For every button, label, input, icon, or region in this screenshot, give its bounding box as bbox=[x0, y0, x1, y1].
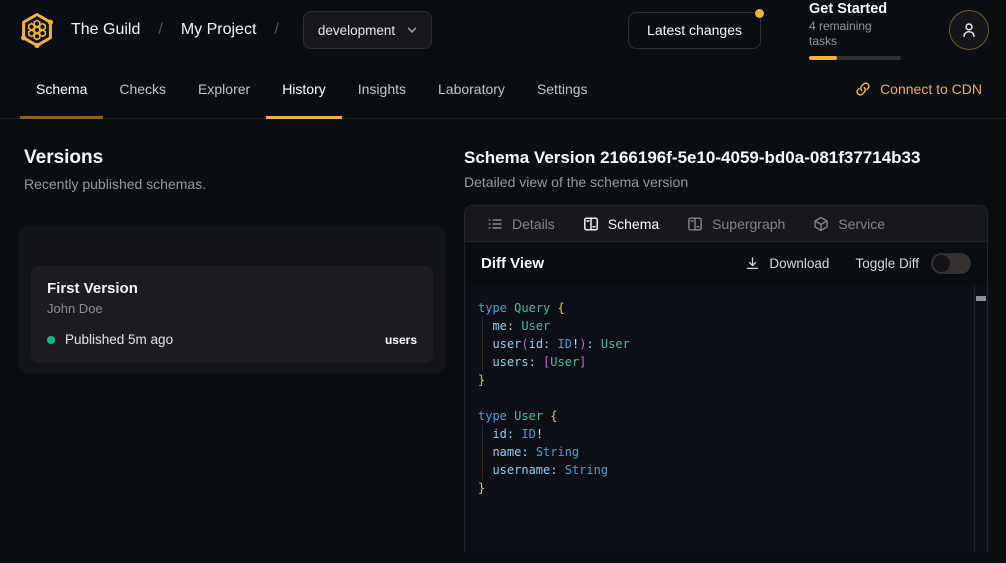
columns-icon bbox=[583, 216, 599, 232]
list-icon bbox=[487, 216, 503, 232]
connect-to-cdn-label: Connect to CDN bbox=[880, 81, 982, 97]
get-started-widget[interactable]: Get Started 4 remaining tasks bbox=[809, 1, 901, 60]
get-started-title: Get Started bbox=[809, 1, 901, 18]
versions-title: Versions bbox=[24, 147, 440, 169]
code-line: users: [User] bbox=[478, 353, 961, 371]
dtab-service[interactable]: Service bbox=[799, 206, 899, 241]
code-line: } bbox=[478, 479, 961, 497]
latest-changes-button[interactable]: Latest changes bbox=[628, 12, 761, 49]
tab-laboratory[interactable]: Laboratory bbox=[422, 60, 521, 118]
main-content: Versions Recently published schemas. Fir… bbox=[0, 119, 1006, 552]
target-select-value: development bbox=[318, 23, 395, 38]
diff-view-actions: Download Toggle Diff bbox=[745, 253, 971, 274]
breadcrumb-separator: / bbox=[270, 21, 282, 39]
tab-explorer[interactable]: Explorer bbox=[182, 60, 266, 118]
header-right-group: Latest changes Get Started 4 remaining t… bbox=[628, 1, 989, 60]
download-icon bbox=[745, 256, 760, 271]
version-author: John Doe bbox=[47, 301, 417, 316]
code-scrollbar[interactable] bbox=[974, 285, 987, 552]
cube-icon bbox=[813, 216, 829, 232]
version-status: Published 5m ago bbox=[65, 332, 173, 347]
code-line: id: ID! bbox=[478, 425, 961, 443]
code-line: me: User bbox=[478, 317, 961, 335]
dtab-supergraph[interactable]: Supergraph bbox=[673, 206, 799, 241]
published-dot-icon bbox=[47, 336, 55, 344]
hive-logo-icon[interactable] bbox=[17, 10, 57, 50]
versions-subtitle: Recently published schemas. bbox=[24, 176, 440, 192]
breadcrumb-separator: / bbox=[154, 21, 166, 39]
tab-schema[interactable]: Schema bbox=[20, 60, 103, 118]
toggle-diff-switch[interactable] bbox=[931, 253, 971, 274]
toggle-diff-label: Toggle Diff bbox=[855, 256, 919, 271]
notification-dot bbox=[755, 9, 764, 18]
code-line: type User { bbox=[478, 407, 961, 425]
version-name: First Version bbox=[47, 280, 417, 297]
latest-changes-label: Latest changes bbox=[647, 22, 742, 38]
diff-view-title: Diff View bbox=[481, 255, 544, 272]
diff-view-header: Diff View Download Toggle D bbox=[465, 242, 987, 285]
get-started-progress bbox=[809, 56, 901, 60]
code-line: name: String bbox=[478, 443, 961, 461]
target-select[interactable]: development bbox=[303, 11, 432, 49]
chevron-down-icon bbox=[405, 23, 419, 37]
toggle-diff-knob bbox=[933, 255, 950, 272]
code-line: user(id: ID!): User bbox=[478, 335, 961, 353]
version-detail-subtitle: Detailed view of the schema version bbox=[464, 174, 988, 190]
dtab-details[interactable]: Details bbox=[473, 206, 569, 241]
toggle-diff-control: Toggle Diff bbox=[855, 253, 971, 274]
dtab-supergraph-label: Supergraph bbox=[712, 216, 785, 232]
version-detail-title: Schema Version 2166196f-5e10-4059-bd0a-0… bbox=[464, 147, 988, 168]
schema-sdl-code: type Query { me: User user(id: ID!): Use… bbox=[465, 285, 987, 552]
get-started-progress-fill bbox=[809, 56, 837, 60]
tab-checks[interactable]: Checks bbox=[103, 60, 182, 118]
target-nav: Schema Checks Explorer History Insights … bbox=[0, 60, 1006, 119]
code-line bbox=[478, 389, 961, 407]
service-badge: users bbox=[385, 333, 417, 347]
connect-to-cdn-link[interactable]: Connect to CDN bbox=[855, 60, 982, 118]
top-header: The Guild / My Project / development Lat… bbox=[0, 0, 1006, 60]
dtab-details-label: Details bbox=[512, 216, 555, 232]
dtab-service-label: Service bbox=[838, 216, 885, 232]
version-detail-tabs: Details Schema bbox=[465, 206, 987, 242]
user-icon bbox=[960, 21, 978, 39]
get-started-subtitle: 4 remaining tasks bbox=[809, 19, 901, 49]
breadcrumb-project[interactable]: My Project bbox=[181, 21, 257, 39]
versions-list: First Version John Doe Published 5m ago … bbox=[18, 226, 446, 373]
code-line: type Query { bbox=[478, 299, 961, 317]
link-icon bbox=[855, 81, 871, 97]
tab-history[interactable]: History bbox=[266, 60, 342, 118]
version-status-row: Published 5m ago users bbox=[47, 332, 417, 347]
code-line: } bbox=[478, 371, 961, 389]
download-button[interactable]: Download bbox=[745, 256, 829, 271]
version-list-item[interactable]: First Version John Doe Published 5m ago … bbox=[31, 266, 433, 363]
tab-settings[interactable]: Settings bbox=[521, 60, 604, 118]
tab-insights[interactable]: Insights bbox=[342, 60, 422, 118]
version-detail-panel: Schema Version 2166196f-5e10-4059-bd0a-0… bbox=[464, 119, 1006, 552]
version-detail-box: Details Schema bbox=[464, 205, 988, 552]
breadcrumb-org[interactable]: The Guild bbox=[71, 21, 140, 39]
dtab-schema-label: Schema bbox=[608, 216, 659, 232]
code-scrollbar-thumb[interactable] bbox=[976, 296, 986, 301]
download-label: Download bbox=[769, 256, 829, 271]
dtab-schema[interactable]: Schema bbox=[569, 206, 673, 241]
columns-icon bbox=[687, 216, 703, 232]
user-avatar[interactable] bbox=[949, 10, 989, 50]
code-line: username: String bbox=[478, 461, 961, 479]
versions-panel: Versions Recently published schemas. Fir… bbox=[0, 119, 464, 373]
